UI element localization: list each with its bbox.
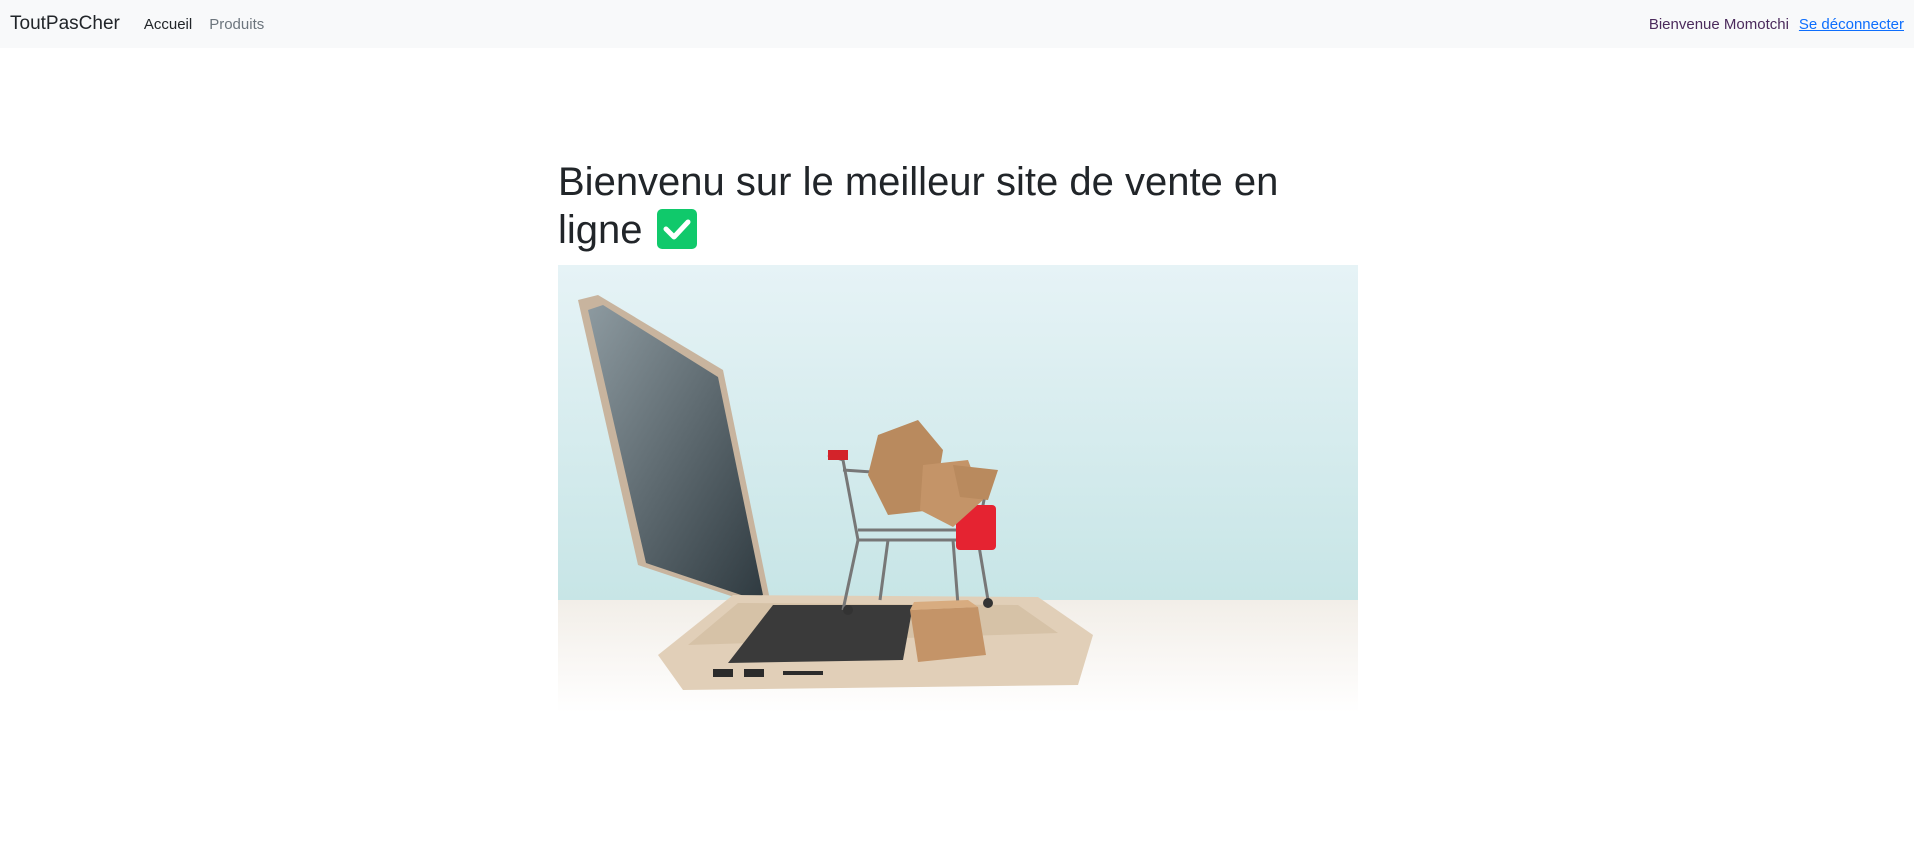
- welcome-text: Bienvenue Momotchi: [1648, 15, 1789, 33]
- page-title: Bienvenu sur le meilleur site de vente e…: [558, 158, 1318, 254]
- nav-link-produits[interactable]: Produits: [209, 16, 264, 33]
- nav-link-accueil[interactable]: Accueil: [144, 16, 192, 33]
- laptop-shopping-cart-illustration: [558, 265, 1358, 713]
- nav-links: Accueil Produits: [144, 16, 264, 33]
- check-mark-button-icon: [656, 209, 697, 249]
- hero-image: [558, 265, 1358, 713]
- nav-user-area: Bienvenue Momotchi Se déconnecter: [1649, 16, 1904, 33]
- brand-link[interactable]: ToutPasCher: [10, 13, 120, 35]
- main-content: Bienvenu sur le meilleur site de vente e…: [558, 158, 1358, 254]
- navbar: ToutPasCher Accueil Produits Bienvenue M…: [0, 0, 1914, 48]
- logout-link[interactable]: Se déconnecter: [1799, 16, 1904, 33]
